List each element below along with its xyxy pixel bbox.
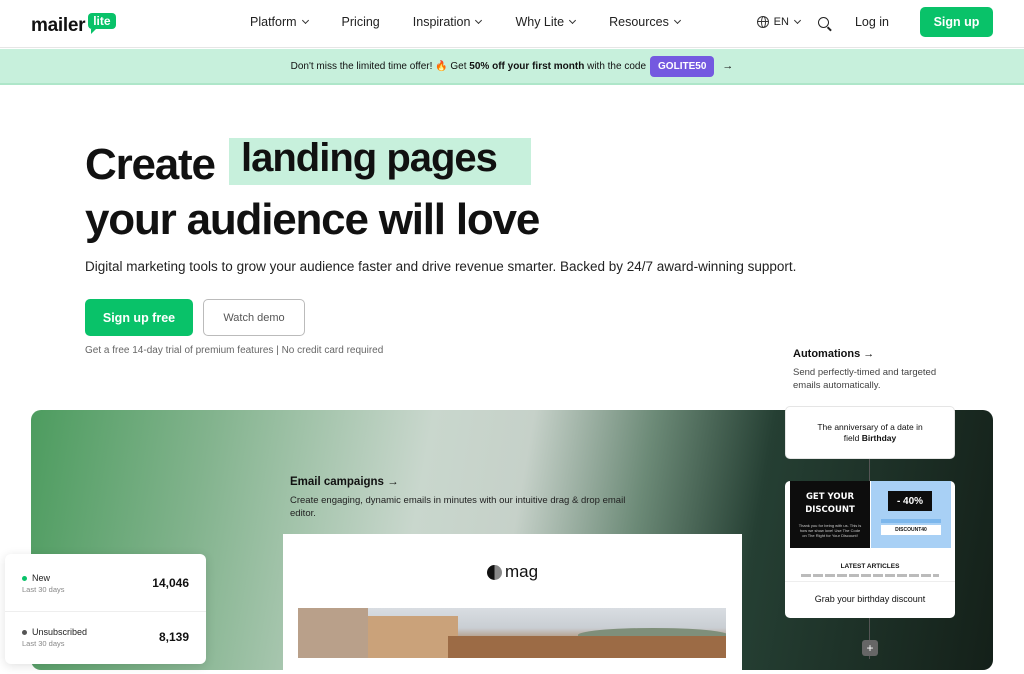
nav-item-label: Platform xyxy=(250,15,297,29)
stat-period: Last 30 days xyxy=(22,585,65,594)
nav-actions: EN Log in Sign up xyxy=(756,7,993,37)
email-discount-title: GET YOUR DISCOUNT xyxy=(790,491,870,517)
email-coupon-block: - 40% DISCOUNT40 xyxy=(871,481,951,548)
trial-note: Get a free 14-day trial of premium featu… xyxy=(85,345,384,356)
mag-brand-name: mag xyxy=(505,562,539,581)
nav-item-inspiration[interactable]: Inspiration xyxy=(412,15,483,29)
discount-badge: - 40% xyxy=(888,491,932,511)
promo-code-badge: GOLITE50 xyxy=(650,55,715,77)
articles-placeholder-text xyxy=(801,574,939,577)
email-discount-title-line: GET YOUR xyxy=(805,492,855,502)
main-menu: Platform Pricing Inspiration Why Lite Re… xyxy=(250,0,681,44)
promo-text-get: Get xyxy=(447,60,470,72)
fire-icon: 🔥 xyxy=(435,60,448,72)
nav-item-pricing[interactable]: Pricing xyxy=(342,15,380,29)
email-campaigns-link[interactable]: Email campaigns → xyxy=(290,476,399,488)
watch-demo-button[interactable]: Watch demo xyxy=(203,299,305,336)
nav-item-platform[interactable]: Platform xyxy=(250,15,309,29)
chevron-down-icon xyxy=(475,16,483,25)
language-selector[interactable]: EN xyxy=(756,16,801,28)
image-building xyxy=(298,608,368,658)
automations-link[interactable]: Automations → xyxy=(793,348,874,360)
hero-headline-highlight: landing pages xyxy=(241,136,498,180)
signup-free-button[interactable]: Sign up free xyxy=(85,299,193,336)
trigger-text: The anniversary of a date in xyxy=(817,422,923,432)
promo-highlight: 50% off your first month xyxy=(469,60,585,72)
email-discount-body: Thank you for being with us. This is how… xyxy=(798,523,862,538)
nav-item-label: Resources xyxy=(609,15,669,29)
nav-item-label: Pricing xyxy=(341,15,380,29)
signup-button[interactable]: Sign up xyxy=(920,7,993,37)
nav-item-label: Why Lite xyxy=(515,15,565,29)
promo-text: Don't miss the limited time offer! xyxy=(290,60,436,72)
latest-articles-heading: LATEST ARTICLES xyxy=(840,563,900,570)
nav-item-resources[interactable]: Resources xyxy=(609,15,681,29)
automation-email-card[interactable]: GET YOUR DISCOUNT Thank you for being wi… xyxy=(785,481,955,618)
trigger-field-prefix: field xyxy=(843,433,862,443)
chevron-down-icon xyxy=(301,16,309,25)
coupon-label xyxy=(881,519,941,523)
nav-item-why-lite[interactable]: Why Lite xyxy=(515,15,577,29)
nav-item-label: Inspiration xyxy=(412,15,471,29)
chevron-down-icon xyxy=(569,16,577,25)
image-rooftops xyxy=(448,636,726,658)
stat-period: Last 30 days xyxy=(22,639,65,648)
search-icon[interactable] xyxy=(817,16,829,28)
email-campaigns-description: Create engaging, dynamic emails in minut… xyxy=(290,495,626,519)
stat-label: Unsubscribed xyxy=(22,627,87,637)
promo-banner[interactable]: Don't miss the limited time offer! 🔥 Get… xyxy=(0,49,1024,85)
status-dot-icon xyxy=(22,575,27,581)
email-hero-image xyxy=(298,608,726,658)
stat-label: New xyxy=(22,573,50,583)
add-step-button[interactable]: + xyxy=(862,640,878,656)
hero-subtitle: Digital marketing tools to grow your aud… xyxy=(85,259,797,274)
mag-brand-logo: mag xyxy=(487,562,538,582)
stat-row-unsubscribed: Unsubscribed Last 30 days 8,139 xyxy=(5,611,206,663)
login-link[interactable]: Log in xyxy=(855,15,889,29)
email-discount-title-line: DISCOUNT xyxy=(805,505,855,515)
globe-icon xyxy=(756,16,769,28)
stat-row-new: New Last 30 days 14,046 xyxy=(5,558,206,610)
divider xyxy=(785,581,955,582)
coupon-code: DISCOUNT40 xyxy=(881,525,941,535)
status-dot-icon xyxy=(22,629,27,635)
stat-value: 8,139 xyxy=(158,630,189,644)
logo-word: mailer xyxy=(31,15,86,36)
automation-trigger-card[interactable]: The anniversary of a date in field Birth… xyxy=(785,406,955,459)
trigger-field-name: Birthday xyxy=(861,433,897,443)
hero-headline-line2: your audience will love xyxy=(85,195,540,244)
image-building xyxy=(368,616,458,658)
logo-badge: lite xyxy=(88,13,116,34)
top-navigation: mailer lite Platform Pricing Inspiration… xyxy=(0,0,1024,48)
subscriber-stats-card: New Last 30 days 14,046 Unsubscribed Las… xyxy=(5,554,206,664)
mailerlite-logo[interactable]: mailer lite xyxy=(31,9,116,37)
mag-logo-icon xyxy=(487,564,502,580)
automations-description: Send perfectly-timed and targeted emails… xyxy=(793,367,937,391)
stat-value: 14,046 xyxy=(152,576,189,590)
trigger-field: field Birthday xyxy=(786,433,954,444)
chevron-down-icon xyxy=(673,16,681,25)
email-discount-block: GET YOUR DISCOUNT Thank you for being wi… xyxy=(790,481,870,548)
arrow-right-icon: → xyxy=(722,60,734,72)
promo-text-after: with the code xyxy=(584,60,647,72)
stat-label-text: New xyxy=(32,573,51,583)
email-step-title: Grab your birthday discount xyxy=(814,594,926,604)
stat-label-text: Unsubscribed xyxy=(32,627,88,637)
language-label: EN xyxy=(773,16,789,28)
hero-headline-line1: Create xyxy=(85,140,216,189)
chevron-down-icon xyxy=(793,16,801,25)
